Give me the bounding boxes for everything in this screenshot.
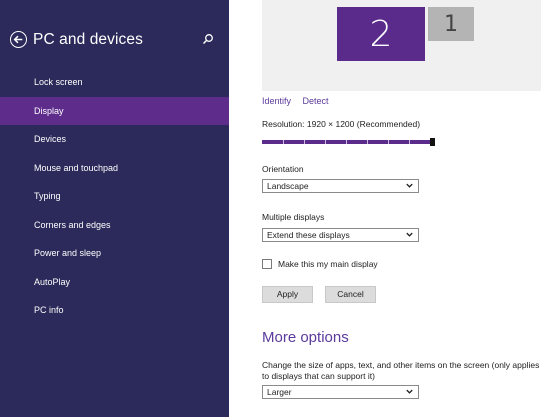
slider-thumb[interactable] <box>430 138 435 146</box>
display-settings-panel: 2 1 Identify Detect Resolution: 1920 × 1… <box>229 0 550 417</box>
apply-button[interactable]: Apply <box>262 286 313 303</box>
resolution-label: Resolution: 1920 × 1200 (Recommended) <box>262 119 421 129</box>
multiple-displays-label: Multiple displays <box>262 212 325 222</box>
back-button[interactable] <box>10 31 27 48</box>
sidebar-item-display[interactable]: Display <box>0 96 229 125</box>
monitor-arrangement: 2 1 <box>262 0 541 91</box>
slider-tick <box>304 140 305 144</box>
orientation-value: Landscape <box>267 181 309 191</box>
sidebar-item-power-and-sleep[interactable]: Power and sleep <box>0 239 229 268</box>
back-arrow-icon <box>13 35 23 44</box>
identify-link[interactable]: Identify <box>262 96 291 106</box>
sidebar-nav: Lock screen Display Devices Mouse and to… <box>0 68 229 325</box>
resolution-slider[interactable] <box>262 138 435 146</box>
sidebar-item-devices[interactable]: Devices <box>0 125 229 154</box>
more-options-heading: More options <box>262 329 349 346</box>
slider-tick <box>283 140 284 144</box>
chevron-down-icon <box>406 183 413 188</box>
monitor-2[interactable]: 2 <box>337 7 425 61</box>
more-options-description: Change the size of apps, text, and other… <box>262 360 540 381</box>
detect-link[interactable]: Detect <box>303 96 329 106</box>
chevron-down-icon <box>406 232 413 237</box>
monitor-1[interactable]: 1 <box>428 7 474 41</box>
slider-tick <box>409 140 410 144</box>
slider-tick <box>346 140 347 144</box>
search-icon[interactable] <box>202 33 214 45</box>
sidebar-item-typing[interactable]: Typing <box>0 182 229 211</box>
sidebar-item-pc-info[interactable]: PC info <box>0 296 229 325</box>
main-display-label: Make this my main display <box>278 259 378 269</box>
sidebar-item-lock-screen[interactable]: Lock screen <box>0 68 229 97</box>
sidebar-header: PC and devices <box>10 30 220 54</box>
cancel-button[interactable]: Cancel <box>325 286 376 303</box>
size-dropdown[interactable]: Larger <box>262 385 419 399</box>
multiple-displays-dropdown[interactable]: Extend these displays <box>262 228 419 242</box>
monitor-2-number: 2 <box>369 13 393 55</box>
orientation-label: Orientation <box>262 164 304 174</box>
main-display-checkbox[interactable] <box>262 259 272 269</box>
main-display-option: Make this my main display <box>262 259 378 269</box>
sidebar-item-autoplay[interactable]: AutoPlay <box>0 268 229 297</box>
display-links: Identify Detect <box>262 96 338 106</box>
size-value: Larger <box>267 387 292 397</box>
orientation-dropdown[interactable]: Landscape <box>262 179 419 193</box>
multiple-displays-value: Extend these displays <box>267 230 350 240</box>
slider-tick <box>367 140 368 144</box>
slider-tick <box>388 140 389 144</box>
monitor-1-number: 1 <box>444 11 458 37</box>
sidebar-title: PC and devices <box>33 31 143 48</box>
sidebar-item-mouse-and-touchpad[interactable]: Mouse and touchpad <box>0 154 229 183</box>
sidebar-item-corners-and-edges[interactable]: Corners and edges <box>0 211 229 240</box>
settings-sidebar: PC and devices Lock screen Display Devic… <box>0 0 229 417</box>
slider-tick <box>325 140 326 144</box>
chevron-down-icon <box>406 389 413 394</box>
